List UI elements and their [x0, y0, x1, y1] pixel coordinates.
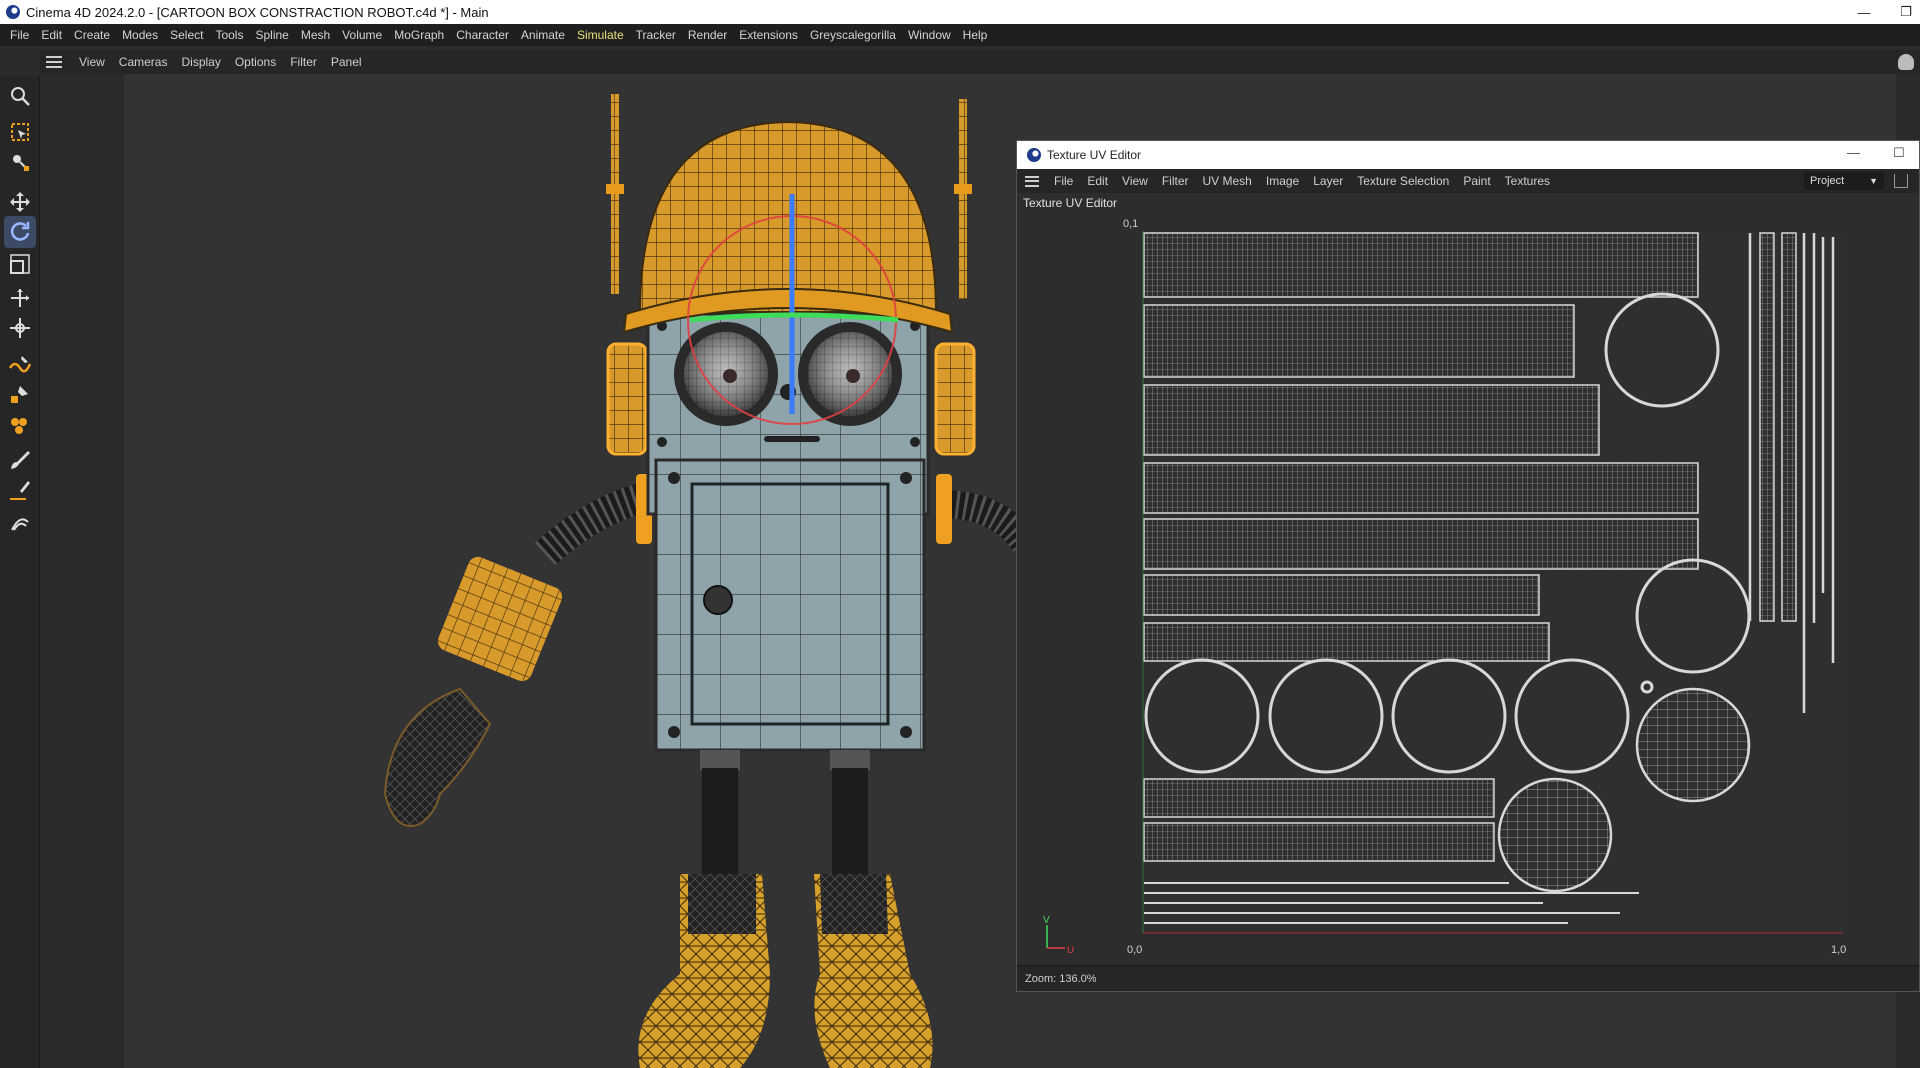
- tool-placement[interactable]: [4, 312, 36, 344]
- placement-icon: [10, 318, 30, 338]
- menu-extensions[interactable]: Extensions: [733, 24, 804, 46]
- uv-menu-paint[interactable]: Paint: [1456, 174, 1497, 188]
- tool-search[interactable]: [4, 80, 36, 112]
- window-title: Cinema 4D 2024.2.0 - [CARTOON BOX CONSTR…: [26, 4, 489, 20]
- polygon-pen-icon: [11, 418, 27, 434]
- project-dropdown-value: Project: [1810, 175, 1845, 187]
- uv-editor-menu-bar: File Edit View Filter UV Mesh Image Layer Textu…: [1017, 169, 1919, 193]
- uv-menu-textures[interactable]: Textures: [1498, 174, 1557, 188]
- tool-rotate[interactable]: [4, 216, 36, 248]
- menu-create[interactable]: Create: [68, 24, 116, 46]
- viewport-menu-options[interactable]: Options: [228, 55, 283, 69]
- restore-button[interactable]: ❐: [1892, 0, 1920, 24]
- menu-animate[interactable]: Animate: [515, 24, 571, 46]
- uv-menu-uv-mesh[interactable]: UV Mesh: [1196, 174, 1259, 188]
- uv-label-right: 1,0: [1831, 944, 1846, 956]
- tool-transfer[interactable]: [4, 282, 36, 314]
- tool-spline-sketch[interactable]: [4, 378, 36, 410]
- menu-simulate[interactable]: Simulate: [571, 24, 630, 46]
- viewport-menu-filter[interactable]: Filter: [283, 55, 324, 69]
- menu-select[interactable]: Select: [164, 24, 209, 46]
- menu-greyscalegorilla[interactable]: Greyscalegorilla: [804, 24, 902, 46]
- tool-hair[interactable]: [4, 506, 36, 538]
- viewport-menu-display[interactable]: Display: [174, 55, 227, 69]
- menu-render[interactable]: Render: [682, 24, 733, 46]
- uv-menu-view[interactable]: View: [1115, 174, 1155, 188]
- transfer-icon: [11, 289, 29, 307]
- menu-help[interactable]: Help: [957, 24, 994, 46]
- tool-move[interactable]: [4, 186, 36, 218]
- menu-mograph[interactable]: MoGraph: [388, 24, 450, 46]
- menu-modes[interactable]: Modes: [116, 24, 164, 46]
- project-dropdown[interactable]: Project ▼: [1804, 172, 1884, 190]
- menu-window[interactable]: Window: [902, 24, 957, 46]
- menu-edit[interactable]: Edit: [35, 24, 68, 46]
- spline-sketch-icon: [11, 386, 28, 403]
- search-icon: [11, 87, 30, 106]
- uv-menu-filter[interactable]: Filter: [1155, 174, 1196, 188]
- uv-v-label: V: [1043, 915, 1050, 926]
- menu-file[interactable]: File: [4, 24, 35, 46]
- texture-uv-editor-window[interactable]: Texture UV Editor — ☐ File Edit View Filter…: [1016, 140, 1920, 992]
- uv-menu-image[interactable]: Image: [1259, 174, 1306, 188]
- menu-character[interactable]: Character: [450, 24, 515, 46]
- live-selection-icon: [11, 123, 29, 141]
- uv-menu-layer[interactable]: Layer: [1306, 174, 1350, 188]
- scale-icon: [10, 254, 30, 274]
- uv-u-label: U: [1067, 945, 1074, 956]
- menu-mesh[interactable]: Mesh: [295, 24, 336, 46]
- cinema4d-app: Cinema 4D 2024.2.0 - [CARTOON BOX CONSTR…: [0, 0, 1920, 1068]
- viewport-hamburger-icon[interactable]: [46, 56, 62, 68]
- rotate-icon: [10, 222, 30, 241]
- main-menu-bar: File Edit Create Modes Select Tools Spline Mesh…: [0, 24, 1920, 46]
- cinema4d-logo-icon: [6, 5, 20, 19]
- knife-icon: [10, 481, 30, 500]
- viewport-menu-panel[interactable]: Panel: [324, 55, 369, 69]
- cinema4d-logo-icon: [1027, 148, 1041, 162]
- uv-canvas[interactable]: 0,1 0,0 1,0 V U: [1017, 213, 1919, 963]
- tool-scale[interactable]: [4, 248, 36, 280]
- move-icon: [10, 192, 30, 212]
- tweak-icon: [13, 155, 29, 171]
- tool-polygon-pen[interactable]: [4, 410, 36, 442]
- tool-knife[interactable]: [4, 474, 36, 506]
- uv-menu-file[interactable]: File: [1047, 174, 1080, 188]
- menu-spline[interactable]: Spline: [249, 24, 294, 46]
- viewport-menu-cameras[interactable]: Cameras: [112, 55, 175, 69]
- uv-hamburger-icon[interactable]: [1025, 175, 1039, 187]
- zoom-status: Zoom: 136.0%: [1017, 965, 1919, 991]
- tool-tweak[interactable]: [4, 146, 36, 178]
- uv-minimize-button[interactable]: —: [1847, 145, 1860, 160]
- minimize-button[interactable]: —: [1850, 0, 1878, 24]
- uv-label-top-left: 0,1: [1123, 218, 1138, 230]
- uv-editor-window-title: Texture UV Editor: [1047, 148, 1142, 162]
- tool-brush[interactable]: [4, 444, 36, 476]
- uv-menu-texture-selection[interactable]: Texture Selection: [1350, 174, 1456, 188]
- menu-tools[interactable]: Tools: [209, 24, 249, 46]
- menu-tracker[interactable]: Tracker: [630, 24, 682, 46]
- viewport-menu-view[interactable]: View: [72, 55, 112, 69]
- hair-icon: [11, 518, 29, 531]
- uv-maximize-button[interactable]: ☐: [1893, 145, 1905, 161]
- tool-palette: [0, 76, 40, 1068]
- uv-menu-edit[interactable]: Edit: [1080, 174, 1115, 188]
- tool-live-selection[interactable]: [4, 116, 36, 148]
- chevron-down-icon: ▼: [1869, 176, 1878, 186]
- spline-pen-icon: [8, 356, 32, 373]
- brush-icon: [11, 451, 30, 469]
- uv-editor-titlebar[interactable]: Texture UV Editor — ☐: [1017, 141, 1919, 169]
- histogram-icon[interactable]: [1894, 174, 1908, 188]
- pan-hand-icon[interactable]: [1898, 54, 1914, 70]
- title-bar: Cinema 4D 2024.2.0 - [CARTOON BOX CONSTR…: [0, 0, 1920, 24]
- uv-panel-title: Texture UV Editor: [1023, 196, 1118, 210]
- tool-spline-pen[interactable]: [4, 348, 36, 380]
- uv-label-origin: 0,0: [1127, 944, 1142, 956]
- viewport-menu-bar: View Cameras Display Options Filter Panel: [40, 50, 1920, 74]
- menu-volume[interactable]: Volume: [336, 24, 388, 46]
